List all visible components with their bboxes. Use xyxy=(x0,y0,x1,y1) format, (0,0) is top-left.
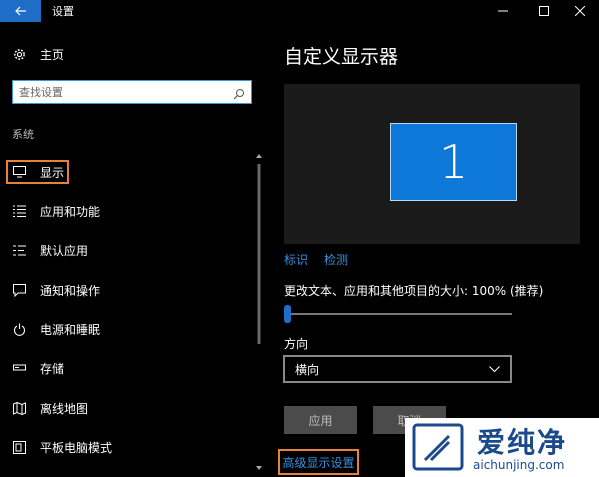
monitor-icon xyxy=(12,165,26,179)
search-box[interactable] xyxy=(12,80,252,104)
watermark-logo xyxy=(412,423,464,471)
identify-link[interactable]: 标识 xyxy=(284,251,308,268)
sidebar-item-label: 通知和操作 xyxy=(40,283,101,298)
chevron-down-icon xyxy=(489,362,500,376)
sidebar-item-label: 显示 xyxy=(40,165,65,180)
advanced-display-settings-highlight: 高级显示设置 xyxy=(278,449,359,475)
search-icon[interactable] xyxy=(233,85,245,104)
close-button[interactable] xyxy=(563,0,597,22)
close-icon xyxy=(575,6,585,16)
monitor-tile[interactable]: 1 xyxy=(390,123,517,201)
sidebar-item-label: 存储 xyxy=(40,361,65,376)
window-title: 设置 xyxy=(52,5,74,18)
page-title: 自定义显示器 xyxy=(284,46,399,68)
gear-icon xyxy=(12,47,26,61)
back-button[interactable] xyxy=(0,0,41,22)
power-icon xyxy=(12,322,26,336)
orientation-value: 横向 xyxy=(295,362,320,377)
sidebar-item-label: 离线地图 xyxy=(40,401,89,416)
sidebar-item-label: 主页 xyxy=(40,47,65,62)
maximize-button[interactable] xyxy=(527,0,561,22)
watermark: 爱纯净 aichunjing.com xyxy=(405,418,599,477)
orientation-dropdown[interactable]: 横向 xyxy=(283,355,512,383)
scale-slider[interactable] xyxy=(284,313,512,315)
sidebar-item-label: 平板电脑模式 xyxy=(40,440,113,455)
watermark-brand: 爱纯净 xyxy=(477,426,568,459)
tablet-icon xyxy=(12,440,26,454)
sidebar-item-notifications[interactable]: 通知和操作 xyxy=(12,280,100,300)
sidebar-scrollbar[interactable] xyxy=(256,152,262,472)
minimize-button[interactable] xyxy=(486,0,520,22)
sidebar-item-default-apps[interactable]: 默认应用 xyxy=(12,240,88,260)
search-input[interactable] xyxy=(19,84,229,100)
sidebar-item-apps[interactable]: 应用和功能 xyxy=(12,201,100,221)
sidebar-item-label: 应用和功能 xyxy=(40,204,101,219)
list-icon xyxy=(12,204,26,218)
sidebar-item-display[interactable]: 显示 xyxy=(12,162,64,182)
map-icon xyxy=(12,401,26,415)
maximize-icon xyxy=(539,6,549,16)
arrow-left-icon xyxy=(14,6,26,16)
sidebar-item-home[interactable]: 主页 xyxy=(12,44,64,64)
sidebar-item-label: 默认应用 xyxy=(40,243,89,258)
storage-icon xyxy=(12,361,26,375)
section-label: 系统 xyxy=(12,128,34,141)
sidebar-item-label: 电源和睡眠 xyxy=(40,322,101,337)
minimize-icon xyxy=(498,10,508,12)
sidebar-item-offline-maps[interactable]: 离线地图 xyxy=(12,398,88,418)
detect-link[interactable]: 检测 xyxy=(324,251,348,268)
apply-button[interactable]: 应用 xyxy=(284,406,357,434)
sidebar-item-power[interactable]: 电源和睡眠 xyxy=(12,319,100,339)
scale-label: 更改文本、应用和其他项目的大小: 100% (推荐) xyxy=(284,284,544,298)
default-apps-icon xyxy=(12,243,26,257)
watermark-url: aichunjing.com xyxy=(473,458,565,472)
orientation-label: 方向 xyxy=(284,337,309,351)
sidebar-item-storage[interactable]: 存储 xyxy=(12,358,64,378)
scale-slider-thumb[interactable] xyxy=(284,305,291,323)
advanced-display-settings-link[interactable]: 高级显示设置 xyxy=(282,454,354,471)
sidebar-item-tablet-mode[interactable]: 平板电脑模式 xyxy=(12,437,112,457)
message-icon xyxy=(12,283,26,297)
